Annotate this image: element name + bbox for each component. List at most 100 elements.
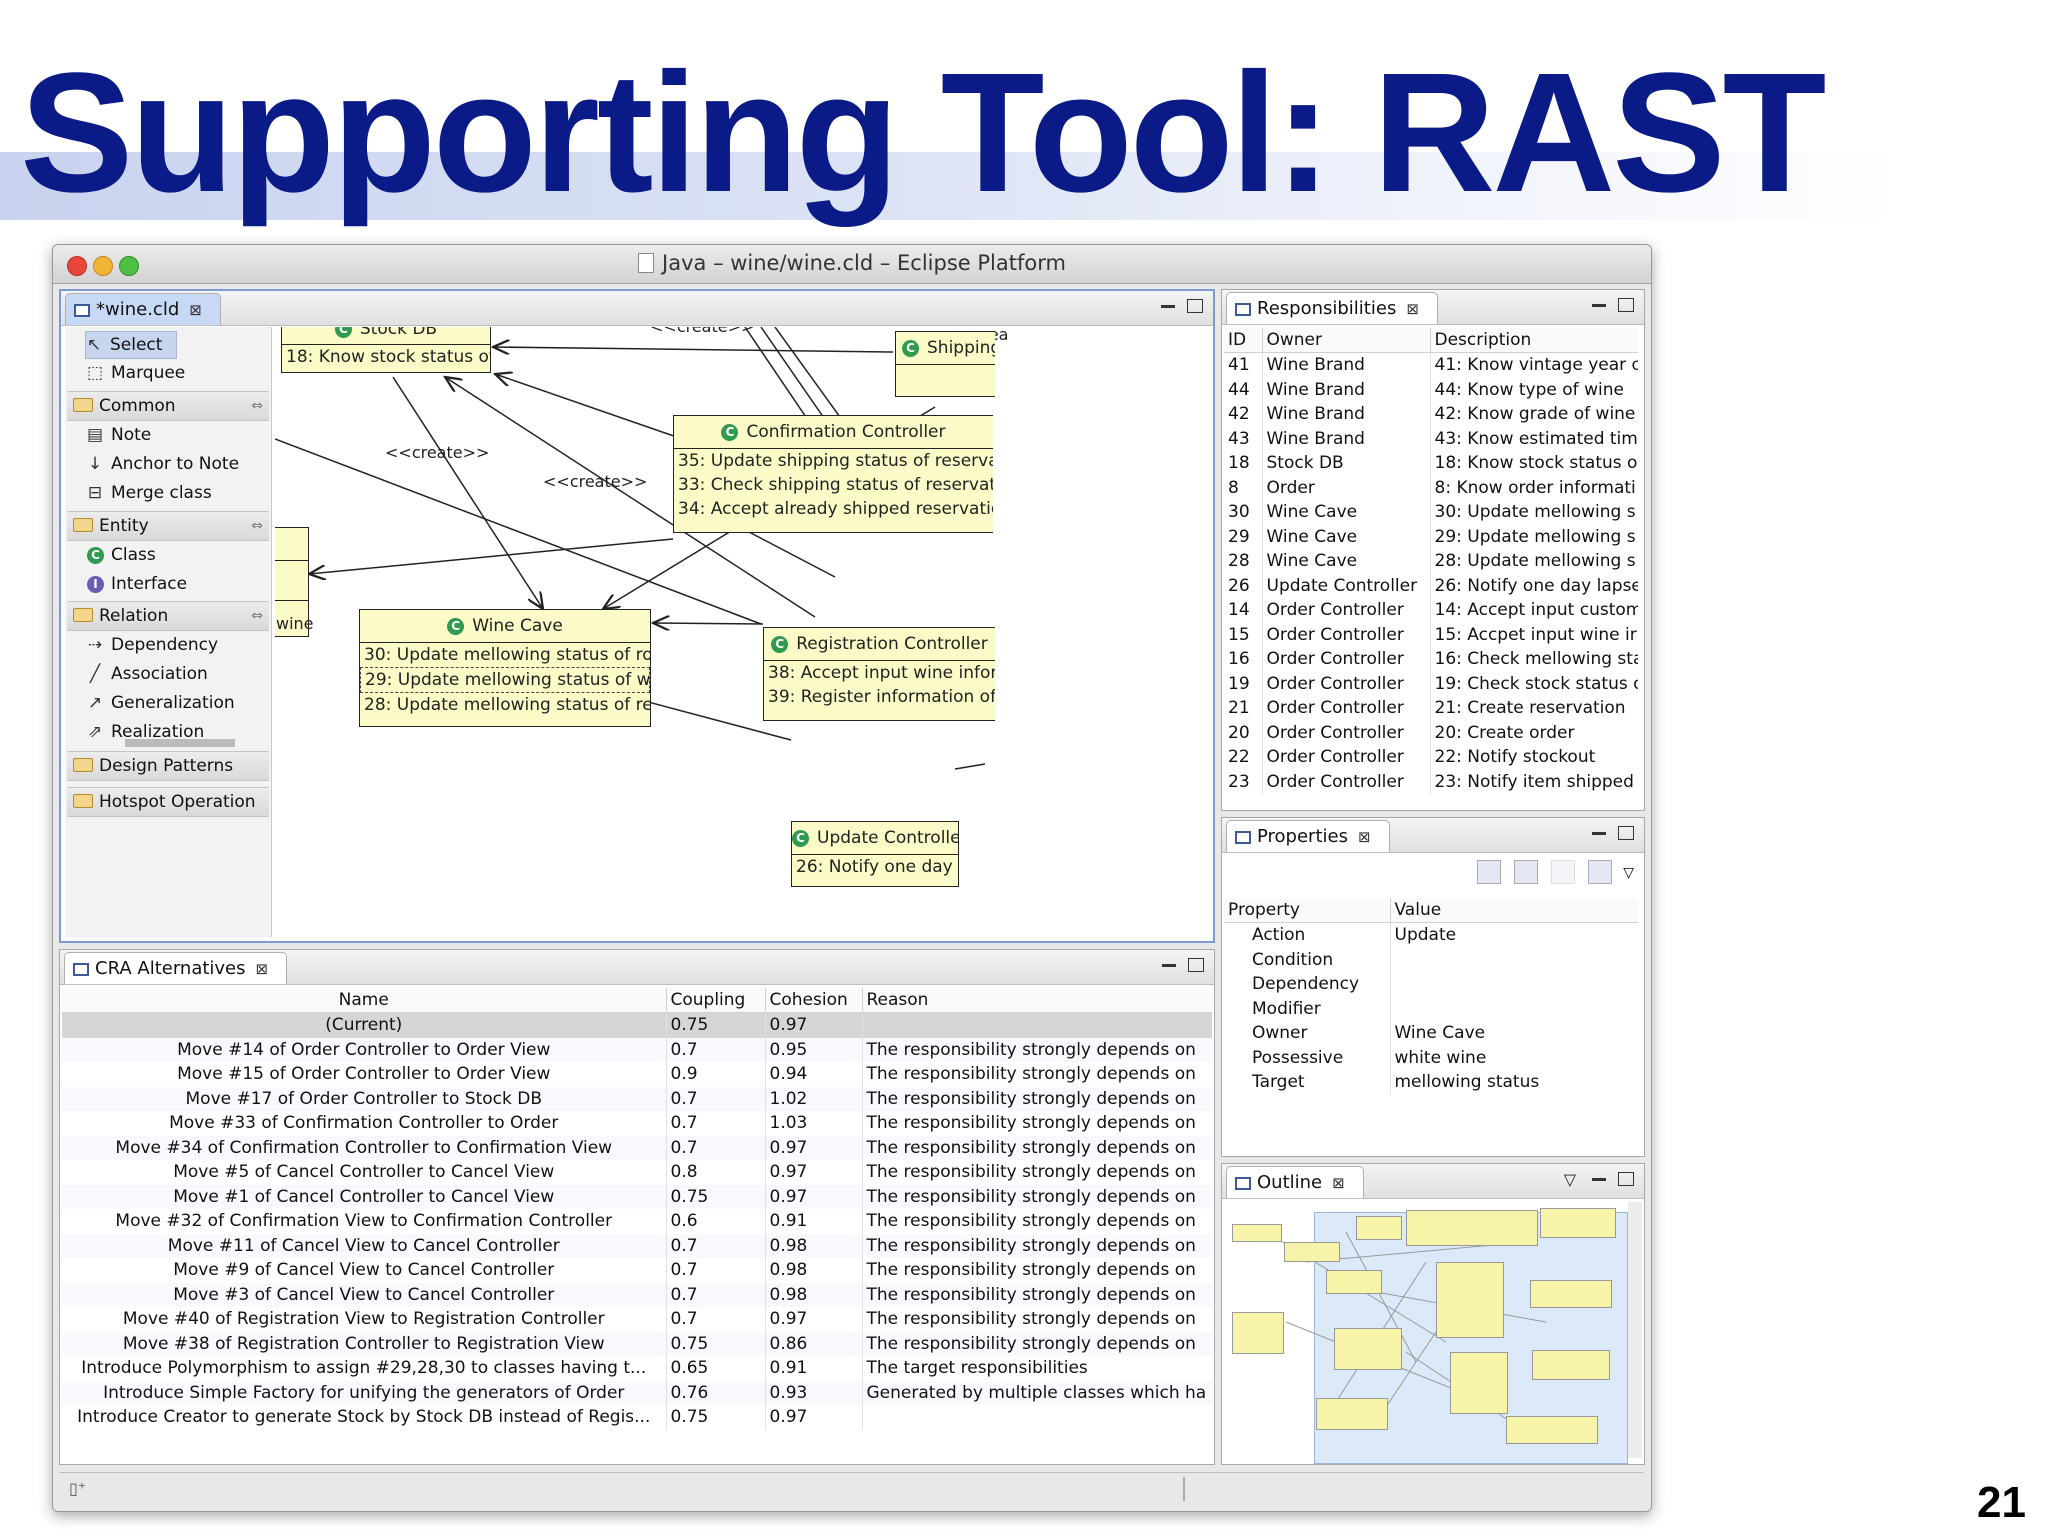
palette-item-dependency[interactable]: ⇢ Dependency (87, 632, 218, 658)
palette-group-design-patterns[interactable]: Design Patterns (67, 751, 269, 781)
table-row[interactable]: Possessive white wine (1224, 1045, 1638, 1070)
table-row[interactable]: 42 Wine Brand 42: Know grade of wine (1224, 402, 1638, 427)
outline-scrollbar[interactable] (1628, 1202, 1642, 1458)
table-row[interactable]: Owner Wine Cave (1224, 1021, 1638, 1046)
maximize-icon[interactable] (1618, 826, 1634, 840)
table-row[interactable]: 44 Wine Brand 44: Know type of wine (1224, 377, 1638, 402)
categories-icon[interactable] (1476, 860, 1501, 884)
tab-outline[interactable]: Outline ⊠ (1226, 1166, 1364, 1198)
responsibility-row[interactable]: 35: Update shipping status of reservatio… (674, 449, 993, 473)
minimize-icon[interactable] (1161, 305, 1175, 308)
relation-line[interactable] (653, 623, 764, 624)
table-row[interactable]: 21 Order Controller 21: Create reservation (1224, 696, 1638, 721)
responsibility-row[interactable]: 28: Update mellowing status of red wine (360, 693, 650, 717)
responsibility-row[interactable]: 30: Update mellowing status of rose wine (360, 643, 650, 667)
column-header[interactable]: Property (1224, 898, 1391, 923)
palette-item-association[interactable]: ╱ Association (87, 661, 208, 687)
maximize-icon[interactable] (1187, 299, 1203, 313)
table-row[interactable]: Move #15 of Order Controller to Order Vi… (62, 1062, 1212, 1087)
table-row[interactable]: 15 Order Controller 15: Accpet input wine … (1224, 622, 1638, 647)
palette-group-hotspot-operation[interactable]: Hotspot Operation (67, 787, 269, 817)
palette-item-note[interactable]: ▤ Note (87, 422, 151, 448)
table-row[interactable]: Dependency (1224, 972, 1638, 997)
maximize-icon[interactable] (1188, 958, 1204, 972)
responsibility-row[interactable]: 39: Register information of new (764, 685, 995, 709)
responsibility-row-selected[interactable]: 29: Update mellowing status of white win… (360, 667, 650, 693)
relation-line[interactable] (493, 347, 894, 352)
column-header[interactable]: Reason (862, 988, 1212, 1013)
class-registration-controller[interactable]: C Registration Controller 38: Accept inpu… (763, 627, 995, 721)
table-row[interactable]: 41 Wine Brand 41: Know vintage year o (1224, 352, 1638, 378)
table-row[interactable]: Modifier (1224, 996, 1638, 1021)
palette-tool-marquee[interactable]: ⬚ Marquee (87, 360, 185, 386)
table-row[interactable]: Introduce Creator to generate Stock by S… (62, 1405, 1212, 1430)
collapse-icon[interactable]: ⇔ (251, 602, 263, 630)
class-partial-left[interactable]: wine (275, 527, 314, 637)
palette-item-merge-class[interactable]: ⊟ Merge class (87, 480, 212, 506)
table-row[interactable]: Move #32 of Confirmation View to Confirm… (62, 1209, 1212, 1234)
relation-line[interactable] (954, 763, 986, 770)
table-row[interactable]: Move #40 of Registration View to Registr… (62, 1307, 1212, 1332)
table-row[interactable]: 18 Stock DB 18: Know stock status o (1224, 451, 1638, 476)
column-header[interactable]: ID (1224, 328, 1263, 353)
view-menu-icon[interactable]: ▽ (1564, 1170, 1576, 1189)
minimize-icon[interactable] (1592, 304, 1606, 307)
minimize-icon[interactable] (1592, 832, 1606, 835)
close-icon[interactable]: ⊠ (189, 301, 202, 319)
palette-scroll-indicator[interactable] (125, 739, 235, 747)
table-row[interactable]: 30 Wine Cave 30: Update mellowing s (1224, 500, 1638, 525)
table-row[interactable]: 16 Order Controller 16: Check mellowing st… (1224, 647, 1638, 672)
table-row[interactable]: 23 Order Controller 23: Notify item shippe… (1224, 769, 1638, 794)
relation-line[interactable] (309, 538, 674, 574)
outline-thumbnail[interactable] (1226, 1202, 1628, 1464)
table-row[interactable]: 26 Update Controller 26: Notify one day la… (1224, 573, 1638, 598)
responsibility-row[interactable]: 34: Accept already shipped reservation i… (674, 497, 993, 521)
column-header[interactable]: Owner (1262, 328, 1431, 353)
minimize-icon[interactable] (1162, 964, 1176, 967)
palette-item-anchor-to-note[interactable]: ↓ Anchor to Note (87, 451, 239, 477)
tab-responsibilities[interactable]: Responsibilities ⊠ (1226, 292, 1438, 324)
tab-properties[interactable]: Properties ⊠ (1226, 820, 1390, 852)
minimize-icon[interactable] (1592, 1178, 1606, 1181)
table-row[interactable]: 14 Order Controller 14: Accept input custo… (1224, 598, 1638, 623)
table-row[interactable]: 28 Wine Cave 28: Update mellowing s (1224, 549, 1638, 574)
table-row[interactable]: Move #17 of Order Controller to Stock DB… (62, 1086, 1212, 1111)
table-row[interactable]: (Current) 0.75 0.97 (62, 1012, 1212, 1038)
table-row[interactable]: Action Update (1224, 922, 1638, 948)
column-header[interactable]: Name (62, 988, 667, 1013)
responsibility-row[interactable]: 33: Check shipping status of reservation (674, 473, 993, 497)
class-stock-db[interactable]: C Stock DB 18: Know stock status of wine (281, 327, 491, 373)
table-row[interactable]: Move #38 of Registration Controller to R… (62, 1331, 1212, 1356)
maximize-icon[interactable] (1618, 1172, 1634, 1186)
responsibility-row[interactable]: 38: Accept input wine informatio (764, 661, 995, 685)
close-icon[interactable]: ⊠ (256, 960, 269, 978)
pin-icon[interactable] (1588, 860, 1613, 884)
table-row[interactable]: Condition (1224, 947, 1638, 972)
column-header[interactable]: Value (1390, 898, 1638, 923)
close-icon[interactable]: ⊠ (1332, 1174, 1345, 1192)
responsibility-row[interactable]: 18: Know stock status of wine (282, 345, 490, 369)
tab-cra-alternatives[interactable]: CRA Alternatives ⊠ (64, 952, 288, 984)
palette-tool-select[interactable]: ↖ Select (85, 331, 178, 359)
table-row[interactable]: 29 Wine Cave 29: Update mellowing s (1224, 524, 1638, 549)
palette-group-entity[interactable]: Entity ⇔ (67, 511, 269, 541)
table-row[interactable]: Move #5 of Cancel Controller to Cancel V… (62, 1160, 1212, 1185)
class-update-controller[interactable]: C Update Controller 26: Notify one day la… (791, 821, 959, 887)
table-row[interactable]: Move #11 of Cancel View to Cancel Contro… (62, 1233, 1212, 1258)
palette-item-interface[interactable]: I Interface (87, 571, 187, 597)
tab-wine-cld[interactable]: *wine.cld ⊠ (65, 293, 221, 325)
close-icon[interactable]: ⊠ (1358, 828, 1371, 846)
palette-group-common[interactable]: Common ⇔ (67, 391, 269, 421)
table-row[interactable]: Move #1 of Cancel Controller to Cancel V… (62, 1184, 1212, 1209)
palette-item-class[interactable]: C Class (87, 542, 156, 568)
table-row[interactable]: 8 Order 8: Know order informati (1224, 475, 1638, 500)
collapse-icon[interactable]: ⇔ (251, 512, 263, 540)
table-row[interactable]: 19 Order Controller 19: Check stock status… (1224, 671, 1638, 696)
collapse-icon[interactable]: ⇔ (251, 392, 263, 420)
table-row[interactable]: Introduce Polymorphism to assign #29,28,… (62, 1356, 1212, 1381)
filter-icon[interactable] (1513, 860, 1538, 884)
class-shipping[interactable]: C Shipping (895, 331, 995, 397)
maximize-icon[interactable] (1618, 298, 1634, 312)
close-icon[interactable]: ⊠ (1406, 300, 1419, 318)
fast-view-icon[interactable]: ▯⁺ (69, 1479, 86, 1498)
